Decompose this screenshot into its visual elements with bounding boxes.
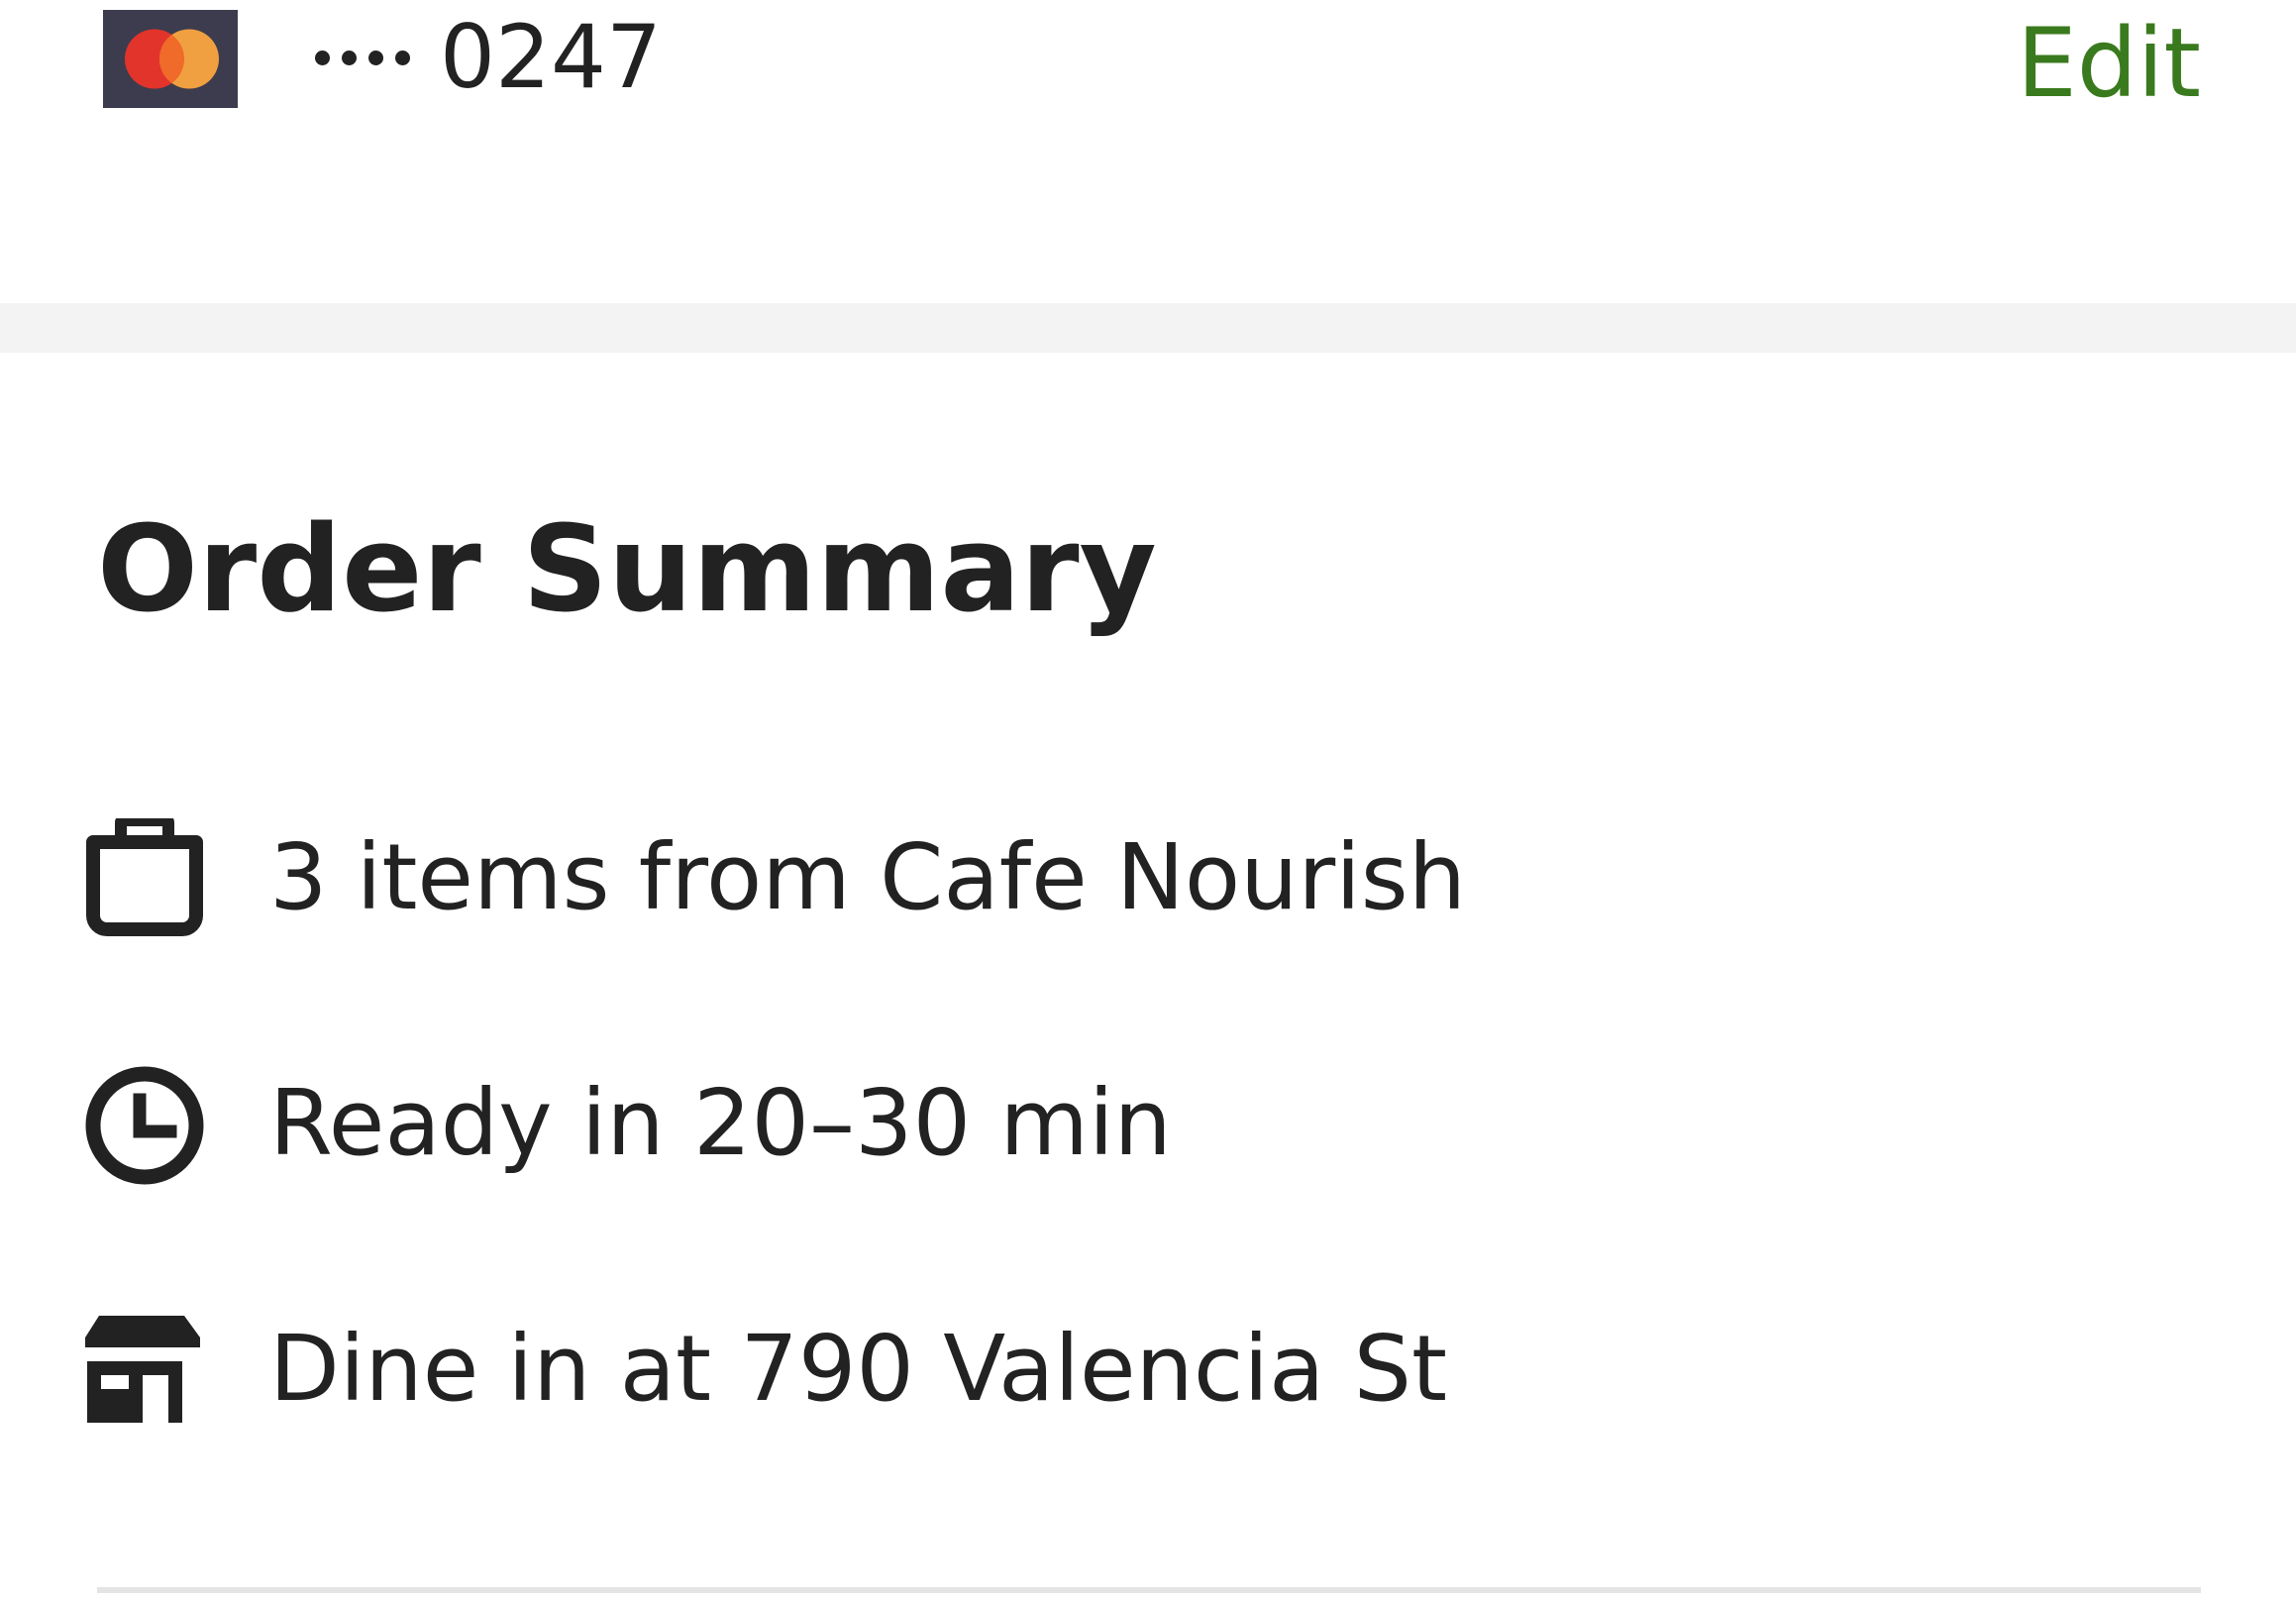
edit-payment-button[interactable]: Edit [2017, 8, 2201, 119]
clock-icon [83, 1064, 206, 1187]
summary-dine-in: Dine in at 790 Valencia St [0, 1300, 2296, 1439]
order-summary-section: Order Summary 3 items from Cafe Nourish … [0, 353, 2296, 1605]
shopping-bag-icon [83, 818, 206, 941]
summary-item-count: 3 items from Cafe Nourish [0, 808, 2296, 947]
section-divider-band [0, 303, 2296, 353]
order-summary-title: Order Summary [97, 501, 1157, 639]
summary-ready-time-text: Ready in 20–30 min [269, 1070, 1172, 1176]
storefront-icon [83, 1310, 206, 1433]
summary-dine-in-text: Dine in at 790 Valencia St [269, 1316, 1448, 1422]
card-last-four: 0247 [440, 6, 662, 108]
payment-method-row: 0247 Edit [0, 0, 2296, 303]
mastercard-logo-icon [103, 10, 238, 108]
divider [97, 1587, 2201, 1593]
masked-digits [315, 50, 410, 65]
summary-item-count-text: 3 items from Cafe Nourish [269, 824, 1467, 930]
summary-ready-time: Ready in 20–30 min [0, 1054, 2296, 1193]
card-number: 0247 [315, 8, 662, 107]
